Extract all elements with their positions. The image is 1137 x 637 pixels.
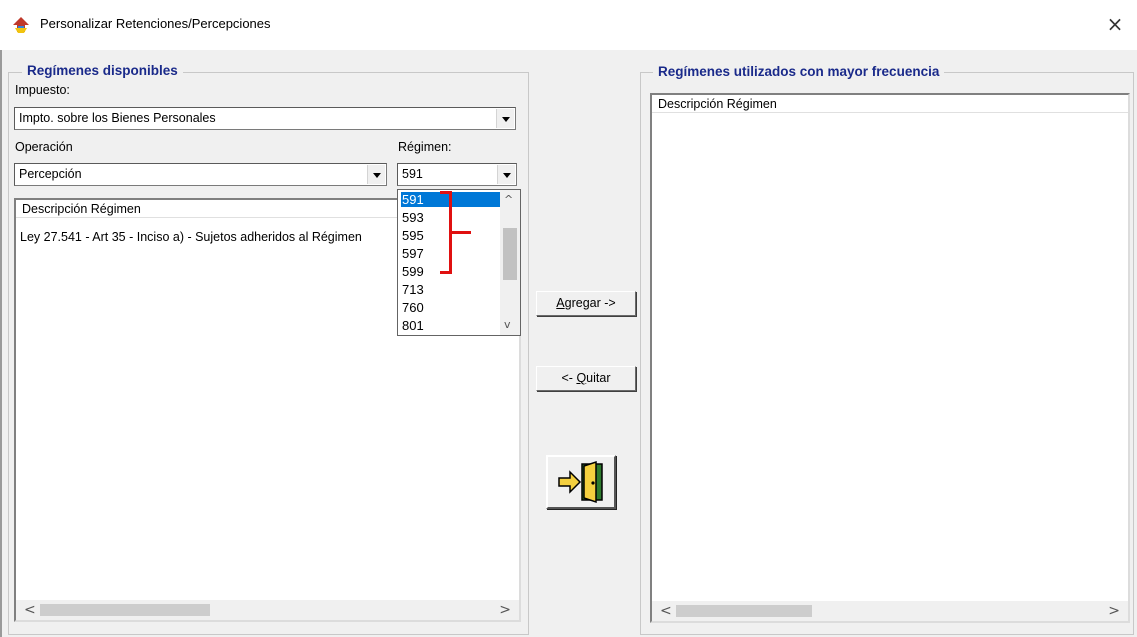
scroll-up-icon[interactable]: ^ (504, 193, 513, 206)
regimen-label: Régimen: (398, 140, 452, 154)
window-left-border (0, 50, 2, 637)
scroll-thumb[interactable] (503, 228, 517, 280)
list-item[interactable]: Ley 27.541 - Art 35 - Inciso a) - Sujeto… (20, 230, 362, 244)
scroll-down-icon[interactable]: v (504, 318, 511, 331)
regimenes-frecuentes-list[interactable]: Descripción Régimen < > (650, 93, 1130, 623)
regimenes-frecuentes-title: Regímenes utilizados con mayor frecuenci… (653, 64, 945, 79)
exit-button[interactable] (546, 455, 616, 509)
exit-door-icon (558, 460, 603, 504)
scroll-right-icon[interactable]: > (499, 602, 511, 618)
operacion-label: Operación (15, 140, 73, 154)
close-button[interactable]: × (1101, 10, 1129, 38)
chevron-down-icon[interactable] (367, 165, 385, 184)
horizontal-scrollbar[interactable]: < > (652, 601, 1128, 621)
dropdown-option[interactable]: 801 (401, 318, 500, 333)
chevron-down-icon[interactable] (497, 165, 515, 184)
quitar-button[interactable]: <- Quitar (536, 366, 636, 391)
scroll-left-icon[interactable]: < (660, 603, 672, 619)
scroll-thumb[interactable] (40, 604, 210, 616)
dropdown-option[interactable]: 713 (401, 282, 500, 297)
scroll-right-icon[interactable]: > (1108, 603, 1120, 619)
operacion-combo[interactable]: Percepción (14, 163, 387, 186)
impuesto-value: Impto. sobre los Bienes Personales (19, 111, 216, 125)
scroll-left-icon[interactable]: < (24, 602, 36, 618)
window-title: Personalizar Retenciones/Percepciones (40, 16, 271, 31)
regimen-combo[interactable]: 591 (397, 163, 517, 186)
descripcion-regimen-header: Descripción Régimen (22, 202, 141, 216)
agregar-button[interactable]: Agregar -> (536, 291, 636, 316)
dialog-client-area: Regímenes disponibles Impuesto: Impto. s… (0, 50, 1137, 637)
descripcion-regimen-header: Descripción Régimen (658, 97, 777, 111)
regimen-value: 591 (402, 167, 423, 181)
impuesto-label: Impuesto: (15, 83, 70, 97)
title-bar: Personalizar Retenciones/Percepciones × (0, 0, 1137, 50)
chevron-down-icon[interactable] (496, 109, 514, 128)
regimenes-disponibles-title: Regímenes disponibles (22, 63, 183, 78)
app-logo-icon (13, 17, 29, 33)
horizontal-scrollbar[interactable]: < > (16, 600, 519, 620)
impuesto-combo[interactable]: Impto. sobre los Bienes Personales (14, 107, 516, 130)
operacion-value: Percepción (19, 167, 82, 181)
regimen-dropdown-list[interactable]: 591 593 595 597 599 713 760 801 ^ v (397, 189, 521, 336)
vertical-scrollbar[interactable]: ^ v (500, 190, 520, 335)
dropdown-option[interactable]: 760 (401, 300, 500, 315)
list-column-header[interactable]: Descripción Régimen (652, 95, 1128, 113)
scroll-thumb[interactable] (676, 605, 812, 617)
